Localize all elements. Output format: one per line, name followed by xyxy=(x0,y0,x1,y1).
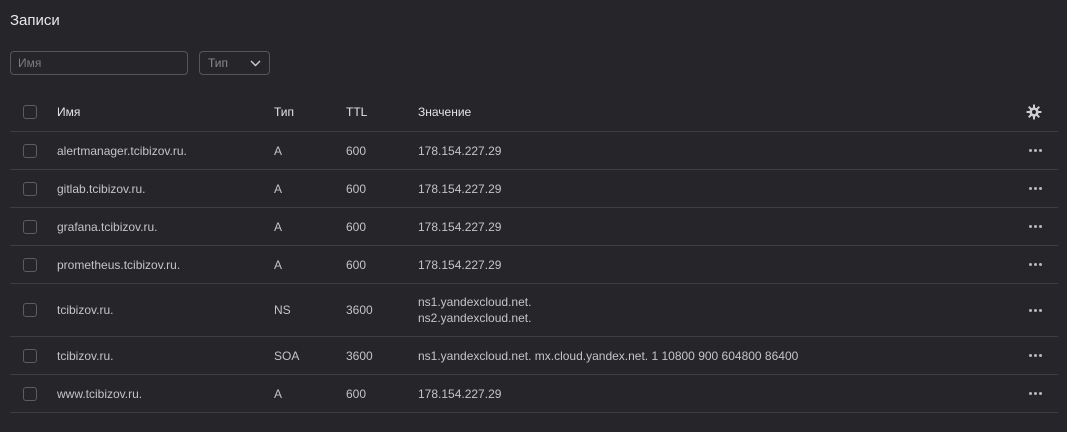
record-name: tcibizov.ru. xyxy=(57,303,114,317)
records-table: Имя Тип TTL Значение alertmanager.tcibiz… xyxy=(10,93,1058,413)
record-ttl: 3600 xyxy=(346,303,373,317)
column-header-type[interactable]: Тип xyxy=(274,93,294,131)
record-ttl: 600 xyxy=(346,181,367,196)
select-all-checkbox[interactable] xyxy=(23,105,37,119)
more-horizontal-icon[interactable] xyxy=(1029,350,1042,361)
more-horizontal-icon[interactable] xyxy=(1029,221,1042,232)
record-ttl: 600 xyxy=(346,219,367,234)
gear-icon[interactable] xyxy=(1026,104,1042,120)
table-row[interactable]: grafana.tcibizov.ru. A 600 178.154.227.2… xyxy=(10,208,1058,246)
type-filter-label: Тип xyxy=(208,56,229,70)
row-checkbox[interactable] xyxy=(23,181,37,196)
row-checkbox[interactable] xyxy=(23,219,37,234)
record-ttl: 600 xyxy=(346,257,367,272)
type-filter-select[interactable]: Тип xyxy=(199,51,270,75)
record-name: gitlab.tcibizov.ru. xyxy=(57,181,146,196)
table-row[interactable]: alertmanager.tcibizov.ru. A 600 178.154.… xyxy=(10,132,1058,170)
column-header-value[interactable]: Значение xyxy=(418,93,471,131)
column-header-name[interactable]: Имя xyxy=(57,93,80,131)
record-name: grafana.tcibizov.ru. xyxy=(57,219,158,234)
row-checkbox[interactable] xyxy=(23,143,37,158)
record-type: NS xyxy=(274,303,291,317)
page-title: Записи xyxy=(10,12,60,29)
table-row[interactable]: gitlab.tcibizov.ru. A 600 178.154.227.29 xyxy=(10,170,1058,208)
record-type: SOA xyxy=(274,348,300,363)
record-value: 178.154.227.29 xyxy=(418,181,502,196)
record-name: prometheus.tcibizov.ru. xyxy=(57,257,181,272)
table-row[interactable]: tcibizov.ru. NS 3600 ns1.yandexcloud.net… xyxy=(10,284,1058,337)
record-type: A xyxy=(274,219,283,234)
chevron-down-icon xyxy=(250,60,261,66)
record-value: ns2.yandexcloud.net. xyxy=(418,311,532,325)
table-row[interactable]: www.tcibizov.ru. A 600 178.154.227.29 xyxy=(10,375,1058,413)
dns-records-page: Записи Тип Имя Тип TTL Значение xyxy=(0,0,1067,432)
record-name: alertmanager.tcibizov.ru. xyxy=(57,143,187,158)
record-type: A xyxy=(274,181,283,196)
record-type: A xyxy=(274,386,283,401)
record-value: 178.154.227.29 xyxy=(418,143,502,158)
record-name: tcibizov.ru. xyxy=(57,348,114,363)
more-horizontal-icon[interactable] xyxy=(1029,259,1042,270)
record-value: 178.154.227.29 xyxy=(418,257,502,272)
row-checkbox[interactable] xyxy=(23,257,37,272)
record-value: ns1.yandexcloud.net. mx.cloud.yandex.net… xyxy=(418,348,799,363)
record-value: ns1.yandexcloud.net. xyxy=(418,295,532,309)
record-ttl: 600 xyxy=(346,143,367,158)
record-ttl: 3600 xyxy=(346,348,373,363)
row-checkbox[interactable] xyxy=(23,303,37,317)
more-horizontal-icon[interactable] xyxy=(1029,305,1042,316)
record-value: 178.154.227.29 xyxy=(418,386,502,401)
name-filter-input[interactable] xyxy=(10,51,188,75)
record-type: A xyxy=(274,143,283,158)
record-name: www.tcibizov.ru. xyxy=(57,386,143,401)
record-type: A xyxy=(274,257,283,272)
table-header-row: Имя Тип TTL Значение xyxy=(10,93,1058,132)
record-value: 178.154.227.29 xyxy=(418,219,502,234)
table-row[interactable]: tcibizov.ru. SOA 3600 ns1.yandexcloud.ne… xyxy=(10,337,1058,375)
table-body: alertmanager.tcibizov.ru. A 600 178.154.… xyxy=(10,132,1058,413)
more-horizontal-icon[interactable] xyxy=(1029,388,1042,399)
record-ttl: 600 xyxy=(346,386,367,401)
table-row[interactable]: prometheus.tcibizov.ru. A 600 178.154.22… xyxy=(10,246,1058,284)
column-header-ttl[interactable]: TTL xyxy=(346,93,367,131)
row-checkbox[interactable] xyxy=(23,386,37,401)
row-checkbox[interactable] xyxy=(23,348,37,363)
more-horizontal-icon[interactable] xyxy=(1029,145,1042,156)
more-horizontal-icon[interactable] xyxy=(1029,183,1042,194)
